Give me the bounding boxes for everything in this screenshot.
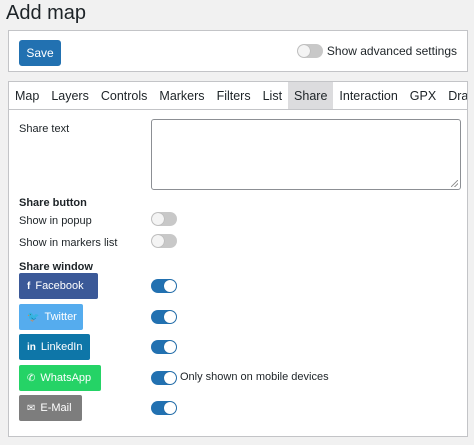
tab-list[interactable]: List — [257, 82, 288, 109]
network-label: Facebook — [35, 280, 84, 292]
facebook-toggle[interactable] — [151, 279, 177, 293]
tab-markers[interactable]: Markers — [153, 82, 210, 109]
network-label: Twitter — [44, 311, 77, 323]
show-in-markers-list-toggle[interactable] — [151, 234, 177, 248]
toggle-knob — [152, 235, 164, 247]
share-text-label: Share text — [19, 123, 70, 135]
network-label: LinkedIn — [40, 341, 83, 353]
toggle-knob — [297, 45, 310, 57]
toggle-knob — [164, 372, 176, 384]
advanced-settings-toggle[interactable] — [296, 44, 323, 58]
tab-controls[interactable]: Controls — [95, 82, 154, 109]
toolbar: Save Show advanced settings — [8, 30, 468, 72]
share-button-heading: Share button — [19, 197, 87, 209]
toggle-knob — [164, 280, 176, 292]
envelope-icon: ✉ — [27, 402, 36, 414]
tab-draw[interactable]: Draw — [442, 82, 467, 109]
linkedin-toggle[interactable] — [151, 340, 177, 354]
linkedin-button[interactable]: in LinkedIn — [19, 334, 90, 360]
show-in-popup-label: Show in popup — [19, 215, 92, 227]
tab-bar: Map Layers Controls Markers Filters List Share… — [9, 82, 467, 110]
settings-panel: Map Layers Controls Markers Filters List Share… — [8, 81, 468, 437]
facebook-icon: f — [27, 280, 31, 292]
linkedin-icon: in — [27, 341, 36, 353]
facebook-button[interactable]: f Facebook — [19, 273, 98, 299]
toggle-knob — [152, 213, 164, 225]
share-text-input[interactable] — [151, 119, 461, 190]
tab-interaction[interactable]: Interaction — [333, 82, 403, 109]
email-toggle[interactable] — [151, 401, 177, 415]
advanced-settings-toggle-row[interactable]: Show advanced settings — [296, 44, 457, 58]
tab-gpx[interactable]: GPX — [404, 82, 442, 109]
share-window-heading: Share window — [19, 261, 93, 273]
whatsapp-button[interactable]: ✆ WhatsApp — [19, 365, 101, 391]
tab-map[interactable]: Map — [9, 82, 45, 109]
email-button[interactable]: ✉ E-Mail — [19, 395, 82, 421]
advanced-settings-label: Show advanced settings — [326, 44, 457, 58]
whatsapp-toggle[interactable] — [151, 371, 177, 385]
network-label: WhatsApp — [40, 372, 92, 384]
whatsapp-icon: ✆ — [27, 372, 36, 384]
show-in-popup-toggle[interactable] — [151, 212, 177, 226]
save-button[interactable]: Save — [19, 40, 61, 66]
tab-layers[interactable]: Layers — [45, 82, 95, 109]
toggle-knob — [164, 311, 176, 323]
twitter-toggle[interactable] — [151, 310, 177, 324]
network-label: E-Mail — [40, 402, 72, 414]
tab-filters[interactable]: Filters — [211, 82, 257, 109]
page-title: Add map — [6, 2, 87, 24]
tab-share[interactable]: Share — [288, 82, 334, 109]
toggle-knob — [164, 341, 176, 353]
toggle-knob — [164, 402, 176, 414]
mobile-only-note: Only shown on mobile devices — [180, 371, 329, 383]
resize-handle[interactable] — [451, 180, 458, 187]
twitter-button[interactable]: 🐦 Twitter — [19, 304, 83, 330]
show-in-markers-list-label: Show in markers list — [19, 237, 118, 249]
twitter-bird-icon: 🐦 — [27, 311, 40, 323]
